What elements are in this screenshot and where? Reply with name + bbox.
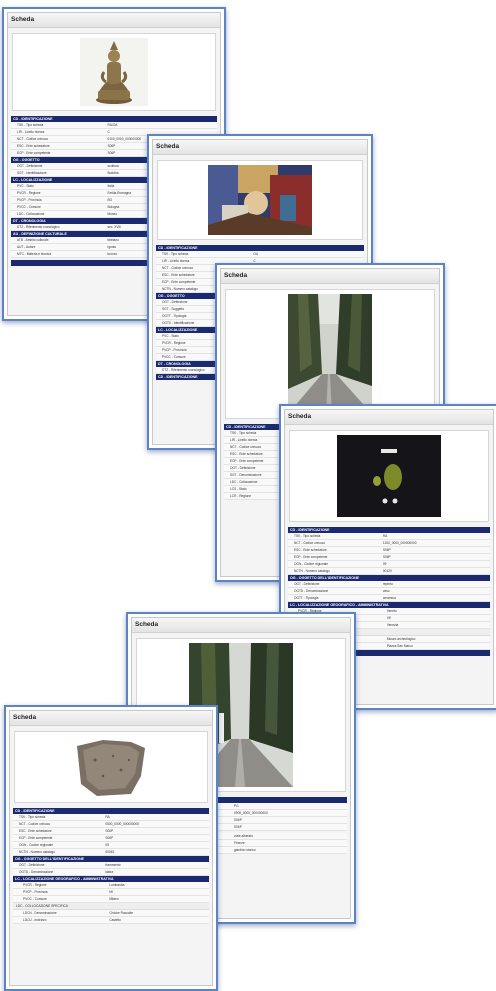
- field-row: TSK - Tipo scheda OA: [156, 251, 364, 258]
- card-title: Scheda: [285, 410, 493, 425]
- field-row: LDCU - Indirizzo Castello: [13, 917, 209, 924]
- subsection-header: LDC - COLLOCAZIONE SPECIFICA: [13, 903, 209, 910]
- record-window: Scheda CD - IDENTIFICAZIONE TSK - Tipo s…: [9, 710, 213, 986]
- card-title: Scheda: [153, 140, 367, 155]
- image-panel: [225, 289, 435, 419]
- field-row: NCT - Codice univoco 1200_0000_000000000: [288, 540, 490, 547]
- field-row: PVCP - Provincia MI: [13, 889, 209, 896]
- field-row: ECP - Ente competenteS06P: [13, 835, 209, 842]
- stone-fragment-image[interactable]: [73, 736, 149, 798]
- field-row: TSK - Tipo scheda RA: [13, 814, 209, 821]
- field-row: TSK - Tipo scheda RA: [288, 533, 490, 540]
- field-row: ESC - Ente schedatoreS06P: [13, 828, 209, 835]
- painting-image[interactable]: [208, 165, 312, 235]
- card-title: Scheda: [10, 711, 212, 726]
- field-row: OGTT - Tipologia ceramica: [288, 595, 490, 602]
- buddha-statue-image[interactable]: [80, 38, 148, 106]
- cypress-road-image[interactable]: [288, 294, 372, 414]
- field-row: NCTN - Numero catalogo 00123: [288, 568, 490, 575]
- image-panel: [12, 33, 216, 111]
- field-row: PVCR - Regione Lombardia: [13, 882, 209, 889]
- field-row: OGN - Codice regionale 09: [288, 561, 490, 568]
- image-panel: [289, 430, 489, 522]
- field-row: OGTD - Denominazione lastra: [13, 869, 209, 876]
- field-row: OGT - Definizione reperto: [288, 581, 490, 588]
- card-title: Scheda: [221, 269, 439, 284]
- field-row: OGTD - Denominazione vaso: [288, 588, 490, 595]
- field-row: OGN - Codice regionale 05: [13, 842, 209, 849]
- record-card-6: Scheda CD - IDENTIFICAZIONE TSK - Tipo s…: [4, 705, 218, 991]
- field-row: OGT - Definizione frammento: [13, 862, 209, 869]
- image-panel: [14, 731, 208, 803]
- field-row: ECP - Ente competenteS06P: [288, 554, 490, 561]
- field-row: PVCC - Comune Milano: [13, 896, 209, 903]
- card-title: Scheda: [132, 618, 350, 633]
- field-row: NCTN - Numero catalogo 00045: [13, 849, 209, 856]
- field-row: TSK - Tipo scheda RA/OA: [11, 122, 217, 129]
- field-row: ESC - Ente schedatoreS06P: [288, 547, 490, 554]
- field-row: LDCN - Denominazione Civiche Raccolte: [13, 910, 209, 917]
- image-panel: [157, 160, 363, 240]
- field-row: NCT - Codice univoco 0500_0000_000000000: [13, 821, 209, 828]
- card-title: Scheda: [8, 13, 220, 28]
- archaeological-find-image[interactable]: [337, 435, 441, 517]
